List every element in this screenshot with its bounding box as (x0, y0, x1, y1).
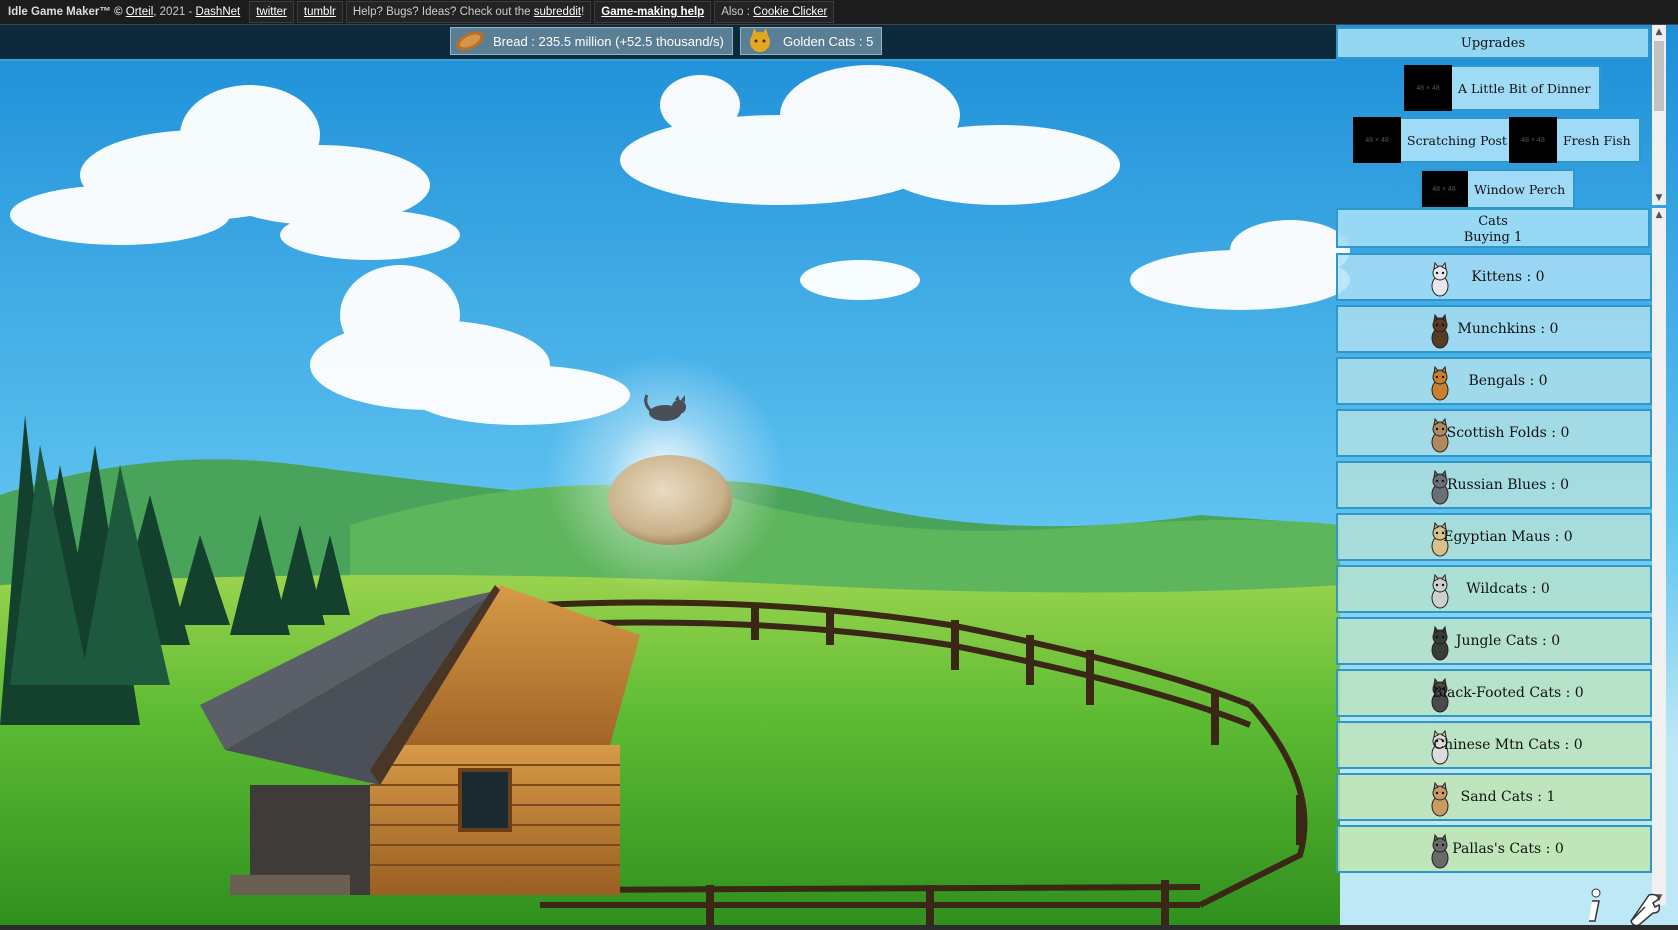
cats-scrollbar[interactable]: ▲ ▼ (1652, 208, 1666, 905)
cat-label: Russian Blues : 0 (1447, 477, 1569, 493)
twitter-tab[interactable]: twitter (249, 1, 294, 23)
help-text: Help? Bugs? Ideas? Check out the (352, 6, 534, 18)
twitter-link[interactable]: twitter (256, 6, 287, 18)
bread-icon (451, 27, 489, 55)
scroll-thumb[interactable] (1654, 41, 1664, 111)
game-help-tab[interactable]: Game-making help (594, 1, 712, 23)
cat-row[interactable]: Chinese Mtn Cats : 0 (1336, 721, 1652, 769)
also-text: Also : (721, 6, 754, 18)
info-icon[interactable] (1589, 888, 1601, 922)
year-text: , 2021 - (153, 6, 196, 18)
cat-row[interactable]: Sand Cats : 1 (1336, 773, 1652, 821)
cat-icon (1431, 314, 1449, 349)
golden-cat-icon (741, 27, 779, 55)
subreddit-link[interactable]: subreddit (534, 6, 581, 18)
cat-label: Munchkins : 0 (1457, 321, 1559, 337)
cat-label: Egyptian Maus : 0 (1443, 529, 1573, 545)
tumblr-link[interactable]: tumblr (304, 6, 336, 18)
cat-row[interactable]: Pallas's Cats : 0 (1336, 825, 1652, 873)
upgrade-window-perch[interactable]: 48 × 48 Window Perch (1420, 169, 1576, 209)
cat-label: Wildcats : 0 (1466, 581, 1550, 597)
upgrade-icon-placeholder: 48 × 48 (1422, 171, 1468, 207)
dashnet-link[interactable]: DashNet (195, 6, 240, 18)
top-bar: Idle Game Maker™ © Orteil, 2021 - DashNe… (0, 0, 1678, 25)
upgrades-scrollbar[interactable]: ▲ ▼ (1652, 25, 1666, 205)
cookie-clicker-link[interactable]: Cookie Clicker (753, 6, 827, 18)
upgrade-name: A Little Bit of Dinner (1458, 80, 1591, 96)
cat-icon (1431, 366, 1449, 401)
credits: Idle Game Maker™ © Orteil, 2021 - DashNe… (2, 2, 246, 22)
upgrade-icon-placeholder: 48 × 48 (1509, 117, 1557, 163)
resource-bar: Bread : 235.5 million (+52.5 thousand/s)… (0, 25, 1336, 61)
cat-label: Black-Footed Cats : 0 (1432, 685, 1584, 701)
upgrades-title: Upgrades (1460, 36, 1526, 51)
cat-label: Pallas's Cats : 0 (1452, 841, 1564, 857)
cat-label: Kittens : 0 (1471, 269, 1545, 285)
cats-title: Cats (1478, 214, 1508, 229)
cat-icon (1431, 574, 1449, 609)
bread-amount: Bread : 235.5 million (+52.5 thousand/s) (493, 33, 724, 49)
author-link[interactable]: Orteil (126, 6, 153, 18)
upgrade-fresh-fish[interactable]: 48 × 48 Fresh Fish (1509, 117, 1641, 163)
cat-row[interactable]: Black-Footed Cats : 0 (1336, 669, 1652, 717)
golden-cats-counter: Golden Cats : 5 (740, 27, 883, 55)
cat-row[interactable]: Egyptian Maus : 0 (1336, 513, 1652, 561)
upgrades-header: Upgrades (1336, 27, 1650, 59)
upgrade-name: Scratching Post (1407, 132, 1507, 148)
golden-cats-amount: Golden Cats : 5 (783, 33, 874, 49)
app-title: Idle Game Maker™ © (8, 6, 126, 18)
bottom-icons (1575, 887, 1665, 927)
bottom-strip (0, 925, 1678, 930)
cat-label: Jungle Cats : 0 (1455, 633, 1561, 649)
upgrade-a-little-bit-of-dinner[interactable]: 48 × 48 A Little Bit of Dinner (1404, 65, 1601, 111)
upgrade-name: Fresh Fish (1563, 132, 1631, 148)
game-help-link[interactable]: Game-making help (601, 6, 704, 18)
buying-amount: Buying 1 (1463, 230, 1523, 245)
cat-row[interactable]: Wildcats : 0 (1336, 565, 1652, 613)
cat-row[interactable]: Russian Blues : 0 (1336, 461, 1652, 509)
cat-icon (1431, 782, 1449, 817)
cat-row[interactable]: Scottish Folds : 0 (1336, 409, 1652, 457)
cat-label: Chinese Mtn Cats : 0 (1433, 737, 1583, 753)
cat-row[interactable]: Jungle Cats : 0 (1336, 617, 1652, 665)
cats-header[interactable]: Cats Buying 1 (1336, 208, 1650, 248)
help-suffix: ! (581, 6, 585, 18)
cat-label: Sand Cats : 1 (1460, 789, 1556, 805)
right-panel: Upgrades 48 × 48 A Little Bit of Dinner … (1336, 25, 1662, 905)
bread-counter: Bread : 235.5 million (+52.5 thousand/s) (450, 27, 733, 55)
scroll-down-icon[interactable]: ▼ (1652, 191, 1666, 205)
cat-row[interactable]: Munchkins : 0 (1336, 305, 1652, 353)
upgrade-icon-placeholder: 48 × 48 (1353, 117, 1401, 163)
cat-icon (1431, 262, 1449, 297)
cat-icon (1431, 626, 1449, 661)
cat-row[interactable]: Bengals : 0 (1336, 357, 1652, 405)
upgrade-icon-placeholder: 48 × 48 (1404, 65, 1452, 111)
cat-row[interactable]: Kittens : 0 (1336, 253, 1652, 301)
upgrade-scratching-post[interactable]: 48 × 48 Scratching Post (1353, 117, 1517, 163)
help-tab: Help? Bugs? Ideas? Check out the subredd… (345, 1, 592, 23)
scroll-up-icon[interactable]: ▲ (1652, 208, 1666, 222)
scroll-up-icon[interactable]: ▲ (1652, 25, 1666, 39)
also-tab: Also : Cookie Clicker (714, 1, 835, 23)
cat-label: Bengals : 0 (1468, 373, 1548, 389)
upgrade-name: Window Perch (1474, 181, 1566, 197)
wrench-icon[interactable] (1630, 893, 1661, 927)
bread-clickable[interactable] (608, 455, 732, 545)
tumblr-tab[interactable]: tumblr (296, 1, 343, 23)
cat-label: Scottish Folds : 0 (1446, 425, 1570, 441)
game-area: Bread : 235.5 million (+52.5 thousand/s)… (0, 25, 1678, 930)
cat-icon (1431, 834, 1449, 869)
